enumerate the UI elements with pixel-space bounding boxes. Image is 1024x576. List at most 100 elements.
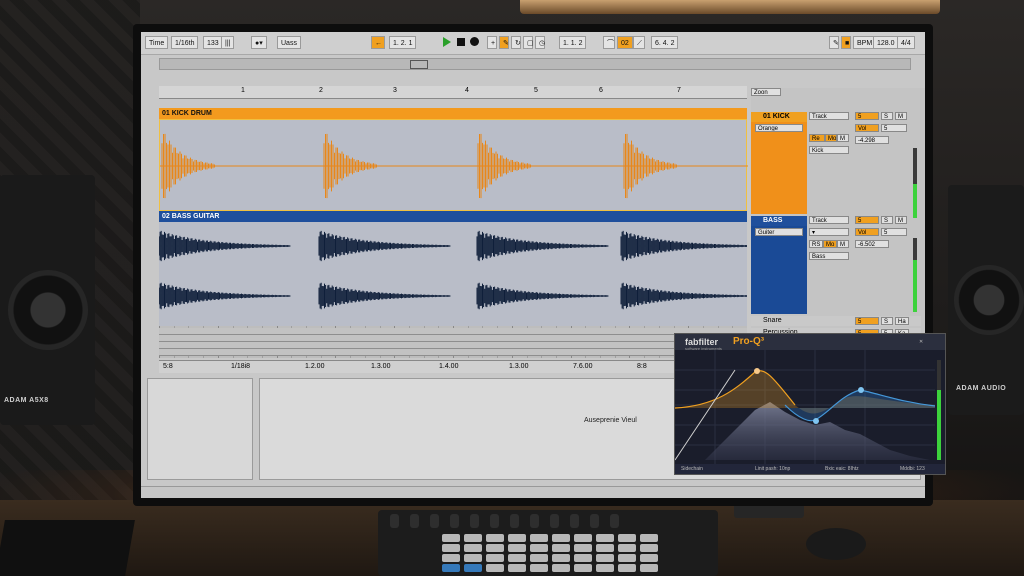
automation-icon[interactable]: ⟋ [633,36,645,49]
controller-pad [552,554,570,562]
eq-plugin-window[interactable]: fabfilter Pro-Q³ software instruments ✕ [674,333,946,475]
kick-color-block [751,122,807,214]
controller-pad [640,544,658,552]
waveform-segment [159,282,291,310]
loop-start-field[interactable]: 1. 1. 2 [559,36,587,49]
bass-mo-button[interactable]: Mo [823,240,837,248]
waveform-segment [318,230,451,262]
signature-field[interactable]: 4/4 [897,36,915,49]
clip-kick-drum[interactable] [159,119,748,211]
controller-pad [574,564,592,572]
kick-chain-select[interactable]: Kick [809,146,849,154]
kick-volume-field[interactable]: -4.298 [855,136,889,144]
controller-pad [552,544,570,552]
bass-route-select[interactable]: Track [809,216,849,224]
kick-mute-button[interactable]: M [895,112,907,120]
kick-solo-button[interactable]: S [881,112,893,120]
zoom-label[interactable]: Zoon [751,88,781,96]
bars-icon[interactable]: ||| [221,36,235,49]
position-field[interactable]: 1. 2. 1 [389,36,417,49]
controller-pad [552,534,570,542]
plugin-close-icon[interactable]: ✕ [919,339,923,345]
mode-select[interactable]: Uass [277,36,301,49]
grid-select[interactable]: 1/16th [171,36,199,49]
controller-pad [442,534,460,542]
keyboard [0,520,135,576]
kick-re-button[interactable]: Re [809,134,825,142]
track-header-kick[interactable]: 01 KICK DRUM [159,108,747,119]
mixer-track-bass[interactable]: BASS [751,216,807,226]
left-woofer [8,270,88,350]
clip-bass-guitar[interactable] [159,222,747,326]
kick-route-select[interactable]: Track [809,112,849,120]
kick-mo-button[interactable]: Mo [825,134,837,142]
bar-ruler[interactable]: 1 2 3 4 5 6 7 [159,86,747,99]
loop-length-field[interactable]: 6. 4. 2 [651,36,679,49]
bass-vol-number[interactable]: 5 [881,228,907,236]
bass-mute-button[interactable]: M [895,216,907,224]
loop-number-field[interactable]: 02 [617,36,633,49]
eq-node-1[interactable] [754,368,760,374]
time-label: 1.2.00 [305,363,325,370]
eq-node-2[interactable] [813,418,819,424]
draw-icon[interactable]: ✎ [499,36,509,49]
bass-rs-button[interactable]: RS [809,240,823,248]
controller-pad [508,564,526,572]
controller-pad [596,534,614,542]
punch-icon[interactable]: ▢ [523,36,534,49]
bar-number: 7 [677,87,681,94]
eq-node-3[interactable] [858,387,864,393]
kick-vol-label[interactable]: Vol [855,124,879,132]
loop-icon[interactable]: ↻ [511,36,521,49]
browser-panel[interactable] [147,378,253,480]
bass-input-select[interactable]: ▾ [809,228,849,236]
metronome-icon[interactable]: ◷ [535,36,545,49]
bass-solo-button[interactable]: S [881,216,893,224]
eq-graph[interactable] [675,350,945,464]
tempo-field[interactable]: 133 [203,36,223,49]
snare-number[interactable]: 5 [855,317,879,325]
record-icon[interactable] [470,37,479,46]
time-ruler[interactable]: 5:8 1/18i8 1.2.00 1.3.00 1.4.00 1.3.00 7… [159,360,747,373]
bass-chain-select[interactable]: Bass [809,252,849,260]
plugin-footer-mid: Linit pash: 10np [755,466,791,472]
mixer-panel: Zoon 01 KICK Orange Track Re Mo M Kick 5… [751,88,925,373]
plugin-output-level [937,390,941,460]
controller-knob [490,514,499,528]
bass-m-button[interactable]: M [837,240,849,248]
ceiling-light [520,0,940,14]
bass-volume-field[interactable]: -6.502 [855,240,889,248]
snare-solo-button[interactable]: S [881,317,893,325]
kick-vol-number[interactable]: 5 [881,124,907,132]
plugin-footer: Sidechain Linit pash: 10np Bxic eaic: 8I… [675,464,945,474]
mixer-track-kick[interactable]: 01 KICK [751,112,807,122]
pencil-icon[interactable]: ✎ [829,36,839,49]
kick-m-button[interactable]: M [837,134,849,142]
arrangement-overview[interactable] [159,58,911,70]
overview-window[interactable] [410,60,428,69]
key-map-icon[interactable]: ■ [841,36,851,49]
snare-mute-button[interactable]: Ha [895,317,909,325]
curve-icon[interactable]: ⌒ [603,36,615,49]
time-button[interactable]: Time [145,36,169,49]
play-icon[interactable] [443,37,451,47]
left-speaker: ADAM A5X8 [0,175,95,425]
kick-color-select[interactable]: Orange [755,124,803,132]
controller-knob [570,514,579,528]
bass-number[interactable]: 5 [855,216,879,224]
arrangement-view[interactable]: 01 KICK DRUM 02 BASS GUITAR [159,108,748,358]
controller-pad [596,554,614,562]
record-mode-select[interactable]: ●▾ [251,36,267,49]
controller-pad [530,554,548,562]
mouse [806,528,866,560]
controller-knob [450,514,459,528]
back-arrow-icon[interactable]: ← [371,36,385,49]
bpm-field[interactable]: 128.0 [873,36,899,49]
bass-color-select[interactable]: Guiter [755,228,803,236]
plugin-sidechain[interactable]: Sidechain [681,464,703,474]
stop-icon[interactable] [457,38,465,46]
kick-number[interactable]: 5 [855,112,879,120]
bass-vol-label[interactable]: Vol [855,228,879,236]
add-icon[interactable]: + [487,36,497,49]
track-header-bass[interactable]: 02 BASS GUITAR [159,211,747,222]
